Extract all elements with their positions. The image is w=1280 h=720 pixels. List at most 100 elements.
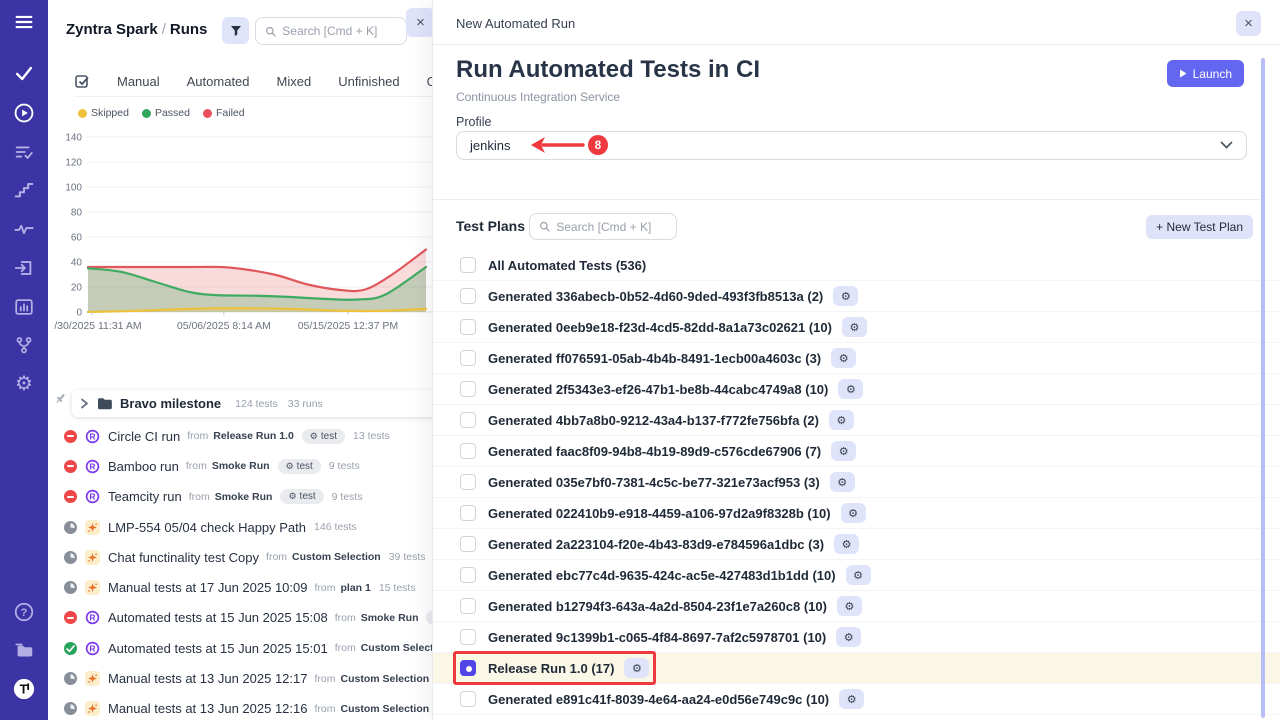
run-row[interactable]: LMP-554 05/04 check Happy Path146 tests (48, 512, 432, 542)
test-plan-label: Generated 4bb7a8b0-9212-43a4-b137-f772fe… (488, 413, 819, 428)
runs-search-input[interactable] (282, 24, 397, 38)
sidebar-menu-icon[interactable] (12, 10, 36, 34)
sidebar-logo-icon[interactable]: T (12, 677, 36, 701)
run-row[interactable]: Manual tests at 13 Jun 2025 12:17fromCus… (48, 663, 432, 693)
test-plan-settings-button[interactable]: ⚙ (829, 410, 854, 430)
filter-icon (229, 24, 243, 38)
test-plan-row[interactable]: Generated 022410b9-e918-4459-a106-97d2a9… (433, 498, 1280, 529)
test-plan-row[interactable]: Generated 0eeb9e18-f23d-4cd5-82dd-8a1a73… (433, 312, 1280, 343)
checkbox[interactable] (460, 412, 476, 428)
close-runs-panel-button[interactable]: × (406, 8, 435, 37)
sidebar-gear-icon[interactable]: ⚙ (12, 372, 36, 396)
test-plan-row[interactable]: Generated e891c41f-8039-4e64-aa24-e0d56e… (433, 684, 1280, 715)
run-row[interactable]: Manual tests at 13 Jun 2025 12:16fromCus… (48, 694, 432, 720)
profile-select[interactable]: jenkins (456, 131, 1247, 160)
checkbox[interactable] (460, 350, 476, 366)
sidebar-bar-chart-icon[interactable] (12, 295, 36, 319)
test-plan-settings-button[interactable]: ⚙ (846, 565, 871, 585)
test-plan-settings-button[interactable]: ⚙ (838, 379, 863, 399)
checkbox-checked[interactable] (460, 660, 476, 676)
test-plan-row[interactable]: Generated 035e7bf0-7381-4c5c-be77-321e73… (433, 467, 1280, 498)
clock-status-icon (64, 521, 77, 534)
tab-manual[interactable]: Manual (117, 74, 160, 89)
run-row[interactable]: Chat functinality test CopyfromCustom Se… (48, 542, 432, 572)
checkbox[interactable] (460, 567, 476, 583)
test-plan-row[interactable]: Generated ff076591-05ab-4b4b-8491-1ecb00… (433, 343, 1280, 374)
close-modal-button[interactable]: × (1236, 11, 1261, 36)
sidebar-folder-stack-icon[interactable] (12, 638, 36, 662)
checkbox[interactable] (460, 288, 476, 304)
test-plan-row[interactable]: Generated b12794f3-643a-4a2d-8504-23f1e7… (433, 591, 1280, 622)
test-plan-row[interactable]: All Automated Tests (536) (433, 250, 1280, 281)
test-plan-settings-button[interactable]: ⚙ (837, 596, 862, 616)
new-test-plan-button[interactable]: + New Test Plan (1146, 215, 1253, 239)
launch-button[interactable]: Launch (1167, 60, 1244, 87)
checkbox[interactable] (460, 629, 476, 645)
test-plans-search-input[interactable] (556, 220, 667, 234)
project-name[interactable]: Zyntra Spark (66, 21, 158, 38)
select-all-icon[interactable] (74, 73, 90, 89)
test-plan-row[interactable]: Generated 2f5343e3-ef26-47b1-be8b-44cabc… (433, 374, 1280, 405)
test-plan-settings-button[interactable]: ⚙ (841, 503, 866, 523)
tab-mixed[interactable]: Mixed (277, 74, 312, 89)
test-tag-badge: ⚙test (280, 489, 323, 504)
test-plan-row[interactable]: Generated 4bb7a8b0-9212-43a4-b137-f772fe… (433, 405, 1280, 436)
test-plan-settings-button[interactable]: ⚙ (831, 348, 856, 368)
checkbox[interactable] (460, 505, 476, 521)
test-plan-row[interactable]: Generated faac8f09-94b8-4b19-89d9-c576cd… (433, 436, 1280, 467)
test-plan-settings-button[interactable]: ⚙ (833, 286, 858, 306)
test-plan-settings-button[interactable]: ⚙ (839, 689, 864, 709)
run-row[interactable]: RAutomated tests at 15 Jun 2025 15:01fro… (48, 633, 432, 663)
sidebar-branch-icon[interactable] (12, 333, 36, 357)
run-tests-count: 13 tests (353, 430, 390, 442)
test-plan-settings-button[interactable]: ⚙ (842, 317, 867, 337)
sidebar-play-circle-icon[interactable] (12, 101, 36, 125)
svg-text:120: 120 (65, 158, 82, 169)
run-row[interactable]: RCircle CI runfromRelease Run 1.0⚙test13… (48, 421, 432, 451)
test-plan-label: Release Run 1.0 (17) (488, 661, 614, 676)
run-row[interactable]: RTeamcity runfromSmoke Run⚙test9 tests (48, 482, 432, 512)
checkbox[interactable] (460, 598, 476, 614)
checkbox[interactable] (460, 443, 476, 459)
test-plan-settings-button[interactable]: ⚙ (831, 441, 856, 461)
run-row[interactable]: RAutomated tests at 15 Jun 2025 15:08fro… (48, 603, 432, 633)
tab-unfinished[interactable]: Unfinished (338, 74, 399, 89)
sidebar-import-icon[interactable] (12, 256, 36, 280)
scrollbar[interactable] (1261, 58, 1265, 718)
checkbox[interactable] (460, 381, 476, 397)
gear-icon: ⚙ (844, 631, 854, 644)
test-plan-row[interactable]: Release Run 1.0 (17) ⚙ (433, 653, 1280, 684)
sidebar-check-icon[interactable] (12, 61, 36, 85)
milestone-tests-count: 124 tests (235, 398, 278, 410)
checkbox[interactable] (460, 319, 476, 335)
checkbox[interactable] (460, 536, 476, 552)
test-plan-row[interactable]: Generated ebc77c4d-9635-424c-ac5e-427483… (433, 560, 1280, 591)
sidebar-steps-icon[interactable] (12, 178, 36, 202)
checkbox[interactable] (460, 474, 476, 490)
test-plans-search-box[interactable] (529, 213, 677, 240)
test-plan-settings-button[interactable]: ⚙ (836, 627, 861, 647)
test-plan-row[interactable]: Generated 336abecb-0b52-4d60-9ded-493f3f… (433, 281, 1280, 312)
run-row[interactable]: Manual tests at 17 Jun 2025 10:09frompla… (48, 572, 432, 602)
runs-search-box[interactable] (255, 17, 407, 45)
sidebar-help-icon[interactable]: ? (12, 600, 36, 624)
sidebar-pulse-icon[interactable] (12, 217, 36, 241)
checkbox[interactable] (460, 691, 476, 707)
run-source: Custom Selection (292, 551, 381, 563)
run-name: Manual tests at 17 Jun 2025 10:09 (108, 580, 307, 595)
run-row[interactable]: RBamboo runfromSmoke Run⚙test9 tests (48, 451, 432, 481)
svg-text:R: R (89, 613, 95, 623)
milestone-row[interactable]: Bravo milestone124 tests33 runs (72, 390, 432, 417)
test-plan-row[interactable]: Generated 9c1399b1-c065-4f84-8697-7af2c5… (433, 622, 1280, 653)
run-source: Custom Selection (340, 703, 429, 715)
test-plan-settings-button[interactable]: ⚙ (834, 534, 859, 554)
tab-automated[interactable]: Automated (187, 74, 250, 89)
sidebar-list-check-icon[interactable] (12, 140, 36, 164)
chevron-right-icon[interactable] (80, 398, 89, 409)
runs-panel: Zyntra Spark/Runs × ManualAutomatedMixed… (48, 0, 432, 720)
filter-button[interactable] (222, 17, 249, 44)
checkbox[interactable] (460, 257, 476, 273)
test-plan-settings-button[interactable]: ⚙ (830, 472, 855, 492)
test-plan-row[interactable]: Generated 2a223104-f20e-4b43-83d9-e78459… (433, 529, 1280, 560)
test-plan-settings-button[interactable]: ⚙ (624, 658, 649, 678)
